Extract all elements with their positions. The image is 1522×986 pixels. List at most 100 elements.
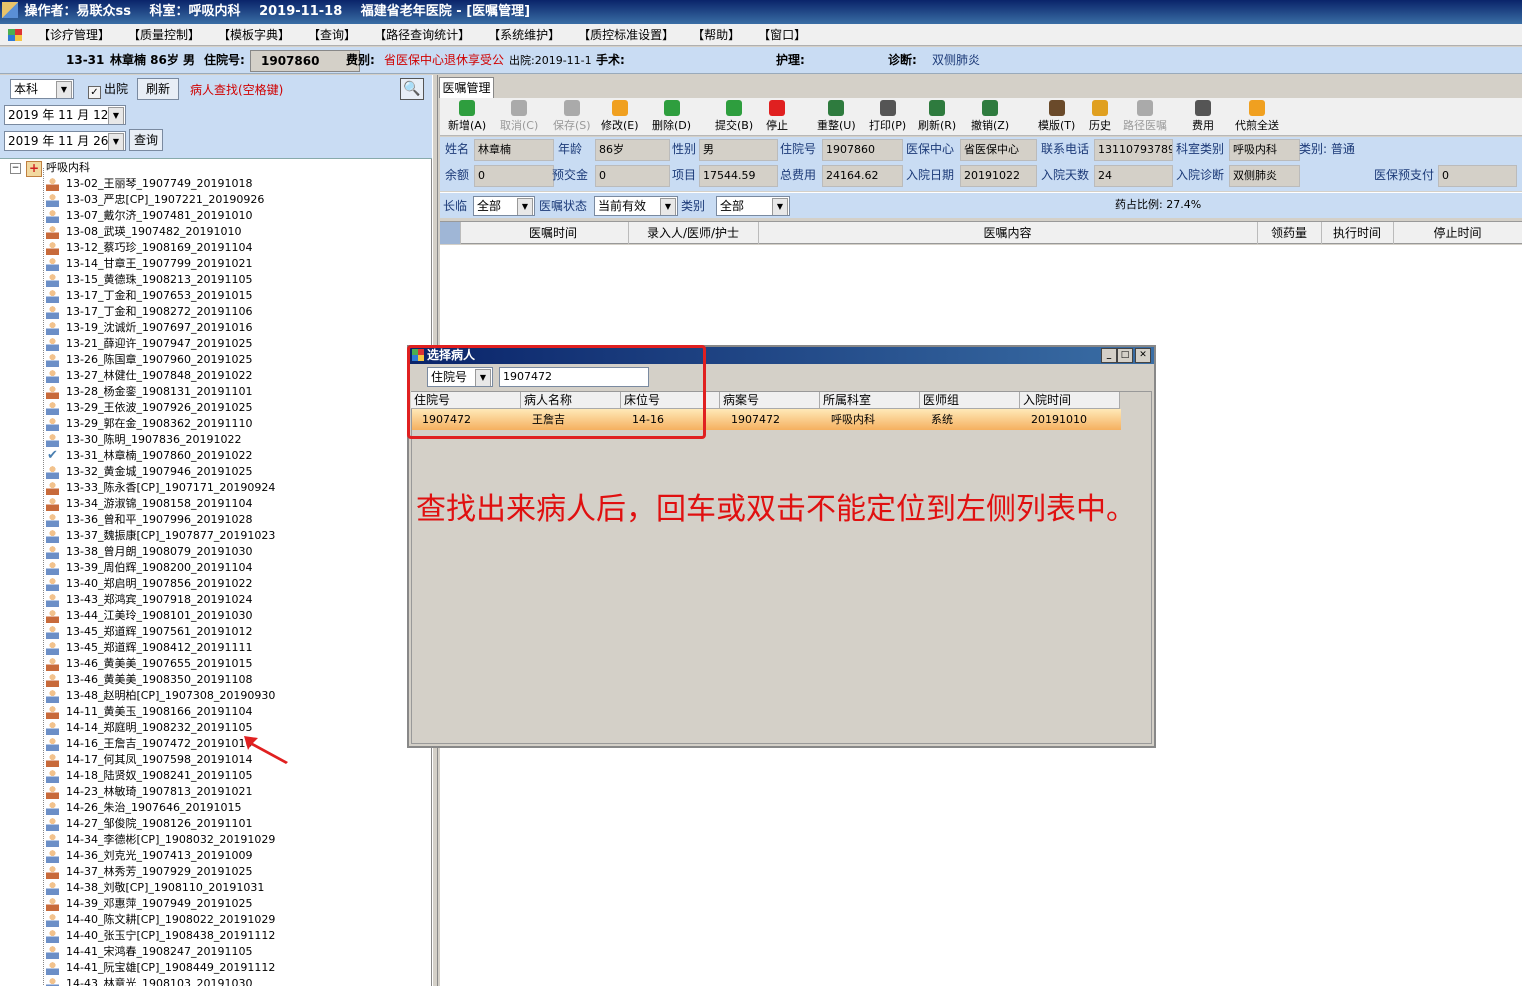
dialog-cell[interactable]: 系统: [928, 410, 1020, 430]
long-temp-select[interactable]: 全部 ▼: [473, 196, 535, 216]
tree-patient-item[interactable]: 13-48_赵明柏[CP]_1907308_20190930: [6, 688, 426, 704]
chevron-down-icon[interactable]: ▼: [660, 198, 676, 215]
row-selector-header[interactable]: [440, 222, 461, 244]
tree-patient-item[interactable]: 13-15_黄德珠_1908213_20191105: [6, 272, 426, 288]
menu-item-5[interactable]: 【系统维护】: [479, 24, 569, 46]
tree-patient-item[interactable]: 13-17_丁金和_1908272_20191106: [6, 304, 426, 320]
collapse-icon[interactable]: −: [10, 163, 21, 174]
tree-patient-item[interactable]: 13-34_游淑锦_1908158_20191104: [6, 496, 426, 512]
search-icon[interactable]: 🔍: [400, 78, 424, 100]
chevron-down-icon[interactable]: ▼: [108, 133, 124, 150]
toolbar-button-0[interactable]: 新增(A): [448, 100, 486, 133]
tree-patient-item[interactable]: 13-29_王依波_1907926_20191025: [6, 400, 426, 416]
tree-patient-item[interactable]: 13-07_戴尔济_1907481_20191010: [6, 208, 426, 224]
tree-patient-item[interactable]: 14-26_朱治_1907646_20191015: [6, 800, 426, 816]
menu-item-2[interactable]: 【模板字典】: [209, 24, 299, 46]
tree-patient-item[interactable]: 13-33_陈永香[CP]_1907171_20190924: [6, 480, 426, 496]
col-exec-time[interactable]: 执行时间: [1321, 222, 1394, 244]
tree-patient-item[interactable]: 13-27_林健仕_1907848_20191022: [6, 368, 426, 384]
refresh-button[interactable]: 刷新: [137, 78, 179, 100]
col-order-time[interactable]: 医嘱时间: [478, 222, 629, 244]
tree-root[interactable]: − + 呼吸内科: [6, 160, 426, 177]
col-order-content[interactable]: 医嘱内容: [758, 222, 1258, 244]
discharged-checkbox[interactable]: ✓ 出院: [88, 80, 128, 99]
toolbar-button-2[interactable]: 保存(S): [553, 100, 591, 133]
menu-item-3[interactable]: 【查询】: [299, 24, 365, 46]
tree-patient-item[interactable]: 13-40_郑启明_1907856_20191022: [6, 576, 426, 592]
dept-select[interactable]: 本科 ▼: [10, 79, 74, 99]
tree-patient-item[interactable]: 14-39_邓惠萍_1907949_20191025: [6, 896, 426, 912]
tree-patient-item[interactable]: 13-12_蔡巧珍_1908169_20191104: [6, 240, 426, 256]
toolbar-button-13[interactable]: 路径医嘱: [1123, 100, 1167, 133]
chevron-down-icon[interactable]: ▼: [56, 81, 72, 98]
toolbar-button-6[interactable]: 停止: [766, 100, 788, 133]
tree-patient-item[interactable]: 14-43_林意光_1908103_20191030: [6, 976, 426, 986]
tree-patient-item[interactable]: 13-08_武瑛_1907482_20191010: [6, 224, 426, 240]
toolbar-button-1[interactable]: 取消(C): [500, 100, 538, 133]
tree-patient-item[interactable]: 14-14_郑庭明_1908232_20191105: [6, 720, 426, 736]
menu-item-1[interactable]: 【质量控制】: [119, 24, 209, 46]
dialog-cell[interactable]: 呼吸内科: [828, 410, 920, 430]
col-dispense-qty[interactable]: 领药量: [1257, 222, 1322, 244]
tree-patient-item[interactable]: 14-41_宋鸿春_1908247_20191105: [6, 944, 426, 960]
tree-patient-item[interactable]: 14-18_陆贤奴_1908241_20191105: [6, 768, 426, 784]
tab-order-management[interactable]: 医嘱管理: [439, 77, 494, 98]
tree-patient-item[interactable]: 13-26_陈国章_1907960_20191025: [6, 352, 426, 368]
tree-patient-item[interactable]: 13-21_薛迎许_1907947_20191025: [6, 336, 426, 352]
tree-patient-item[interactable]: 14-17_何其凤_1907598_20191014: [6, 752, 426, 768]
tree-patient-item[interactable]: 14-34_李德彬[CP]_1908032_20191029: [6, 832, 426, 848]
col-entered-by[interactable]: 录入人/医师/护士: [628, 222, 759, 244]
tree-patient-item[interactable]: 13-36_曾和平_1907996_20191028: [6, 512, 426, 528]
toolbar-button-12[interactable]: 历史: [1089, 100, 1111, 133]
tree-patient-item[interactable]: 13-32_黄金城_1907946_20191025: [6, 464, 426, 480]
tree-patient-item[interactable]: 13-45_郑道辉_1907561_20191012: [6, 624, 426, 640]
tree-patient-item[interactable]: 13-29_郭在金_1908362_20191110: [6, 416, 426, 432]
tree-patient-item[interactable]: 13-46_黄美美_1908350_20191108: [6, 672, 426, 688]
tree-patient-item[interactable]: 13-45_郑道辉_1908412_20191111: [6, 640, 426, 656]
toolbar-button-9[interactable]: 刷新(R): [918, 100, 956, 133]
tree-patient-item[interactable]: 13-46_黄美美_1907655_20191015: [6, 656, 426, 672]
toolbar-button-5[interactable]: 提交(B): [715, 100, 753, 133]
toolbar-button-14[interactable]: 费用: [1192, 100, 1214, 133]
tree-patient-item[interactable]: 14-27_邹俊院_1908126_20191101: [6, 816, 426, 832]
tree-patient-item[interactable]: 14-36_刘克光_1907413_20191009: [6, 848, 426, 864]
toolbar-button-7[interactable]: 重整(U): [817, 100, 856, 133]
tree-patient-item[interactable]: 13-39_周伯辉_1908200_20191104: [6, 560, 426, 576]
menu-item-8[interactable]: 【窗口】: [749, 24, 815, 46]
tree-patient-item[interactable]: 13-43_郑鸿宾_1907918_20191024: [6, 592, 426, 608]
toolbar-button-8[interactable]: 打印(P): [869, 100, 906, 133]
query-button[interactable]: 查询: [129, 129, 163, 151]
tree-patient-item[interactable]: 13-19_沈诚炘_1907697_20191016: [6, 320, 426, 336]
date-to-picker[interactable]: 2019 年 11 月 26 ▼: [4, 131, 126, 151]
order-status-select[interactable]: 当前有效 ▼: [594, 196, 678, 216]
tree-patient-item[interactable]: 13-02_王丽琴_1907749_20191018: [6, 176, 426, 192]
tree-patient-item[interactable]: 13-28_杨金銮_1908131_20191101: [6, 384, 426, 400]
chevron-down-icon[interactable]: ▼: [772, 198, 788, 215]
toolbar-button-11[interactable]: 模版(T): [1038, 100, 1075, 133]
maximize-icon[interactable]: □: [1117, 348, 1133, 363]
dialog-col-header[interactable]: 入院时间: [1020, 392, 1120, 409]
tree-patient-item[interactable]: 14-40_张玉宁[CP]_1908438_20191112: [6, 928, 426, 944]
dialog-cell[interactable]: 1907472: [728, 410, 820, 430]
tree-patient-item[interactable]: 14-40_陈文耕[CP]_1908022_20191029: [6, 912, 426, 928]
toolbar-button-10[interactable]: 撤销(Z): [971, 100, 1009, 133]
tree-patient-item[interactable]: 14-23_林敏琦_1907813_20191021: [6, 784, 426, 800]
tree-patient-item[interactable]: 13-37_魏振康[CP]_1907877_20191023: [6, 528, 426, 544]
toolbar-button-15[interactable]: 代煎全送: [1235, 100, 1279, 133]
dialog-col-header[interactable]: 所属科室: [820, 392, 920, 409]
dialog-col-header[interactable]: 病案号: [720, 392, 820, 409]
tree-patient-item[interactable]: 13-38_曾月朗_1908079_20191030: [6, 544, 426, 560]
menu-app-icon[interactable]: [8, 29, 22, 41]
tree-patient-item[interactable]: 14-38_刘敬[CP]_1908110_20191031: [6, 880, 426, 896]
tree-patient-item[interactable]: 13-14_甘章王_1907799_20191021: [6, 256, 426, 272]
tree-patient-item[interactable]: 13-03_严忠[CP]_1907221_20190926: [6, 192, 426, 208]
tree-patient-item[interactable]: 13-30_陈明_1907836_20191022: [6, 432, 426, 448]
tree-patient-item[interactable]: 14-37_林秀芳_1907929_20191025: [6, 864, 426, 880]
close-icon[interactable]: ✕: [1135, 348, 1151, 363]
tree-patient-item[interactable]: 13-17_丁金和_1907653_20191015: [6, 288, 426, 304]
menu-item-0[interactable]: 【诊疗管理】: [34, 24, 119, 46]
tree-patient-item[interactable]: ✔ 13-31_林章楠_1907860_20191022: [6, 448, 426, 464]
tree-patient-item[interactable]: 14-41_阮宝雄[CP]_1908449_20191112: [6, 960, 426, 976]
checkbox-icon[interactable]: ✓: [88, 86, 101, 99]
tree-patient-item[interactable]: 13-44_江美玲_1908101_20191030: [6, 608, 426, 624]
